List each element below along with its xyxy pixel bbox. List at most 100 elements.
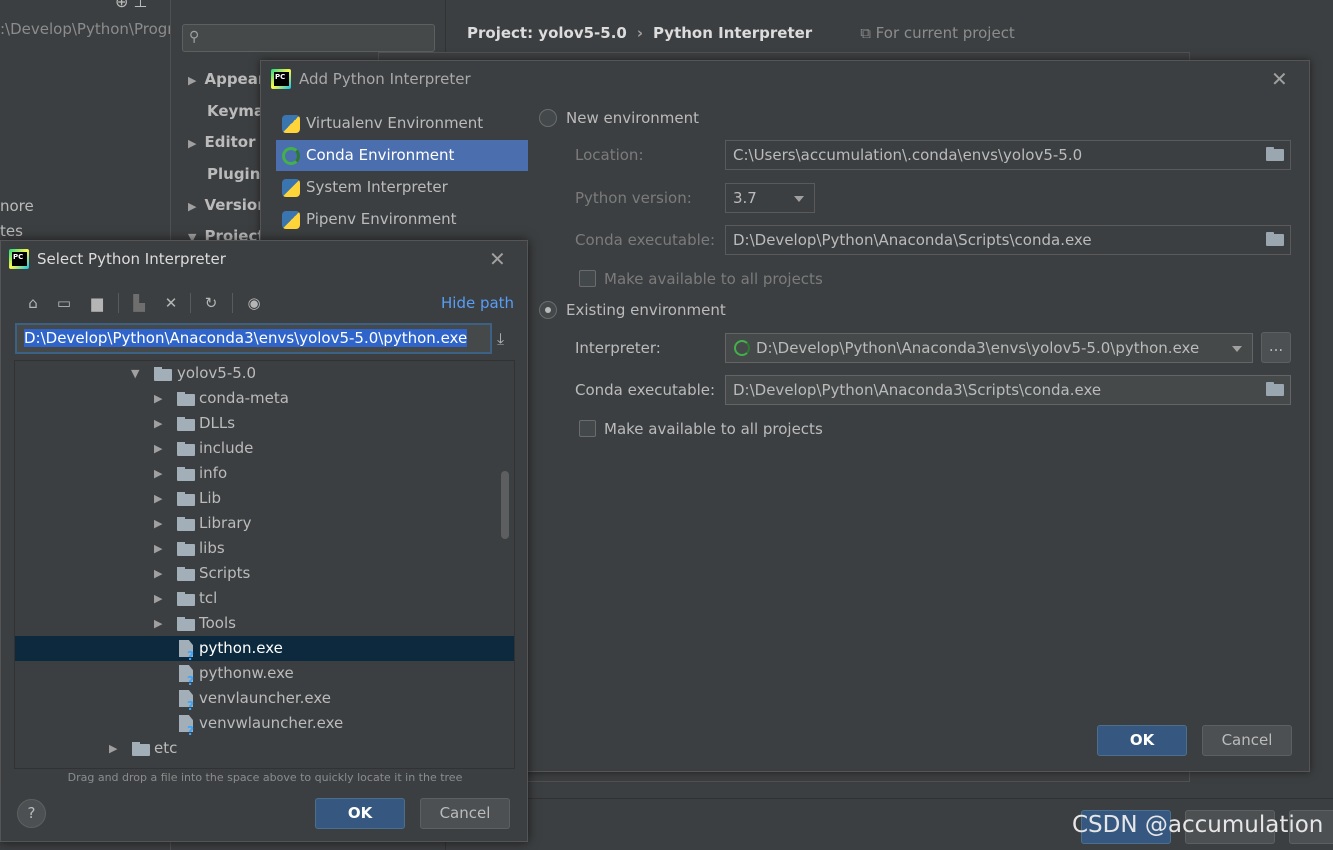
tree-row-folder[interactable]: ▶ libs	[15, 536, 514, 561]
python-icon	[282, 115, 300, 133]
existing-environment-label: Existing environment	[566, 301, 726, 319]
search-icon: ⚲	[189, 29, 200, 45]
pipenv-icon	[282, 211, 300, 229]
chevron-down-icon[interactable]: ▼	[131, 361, 141, 386]
cancel-button[interactable]: Cancel	[1202, 725, 1292, 756]
chevron-right-icon[interactable]: ▶	[154, 411, 164, 436]
help-button[interactable]: ?	[17, 799, 46, 828]
tree-row-file[interactable]: ? venvwlauncher.exe	[15, 711, 514, 738]
interpreter-label: Interpreter:	[575, 339, 661, 357]
location-field[interactable]: C:\Users\accumulation\.conda\envs\yolov5…	[725, 140, 1291, 170]
ok-button[interactable]: OK	[1097, 725, 1187, 756]
settings-search-input[interactable]: ⚲	[182, 24, 435, 52]
chevron-right-icon[interactable]: ▶	[154, 461, 164, 486]
select-python-interpreter-dialog: Select Python Interpreter ✕ ⌂ ▭ ▆ ▙ ✕ ↻ …	[0, 240, 528, 842]
folder-icon	[177, 567, 195, 581]
folder-icon	[177, 517, 195, 531]
tree-row-folder[interactable]: ▶ Lib	[15, 486, 514, 511]
close-icon[interactable]: ✕	[489, 249, 506, 269]
browse-interpreter-button[interactable]: ...	[1261, 332, 1291, 363]
tree-item-editor[interactable]: ▶ Editor	[188, 133, 255, 151]
ok-button[interactable]: OK	[315, 798, 405, 829]
env-system-interpreter[interactable]: System Interpreter	[276, 172, 528, 203]
hide-path-link[interactable]: Hide path	[441, 294, 514, 312]
tree-item-appearance[interactable]: ▶ Appear	[188, 70, 265, 88]
dialog-title: Select Python Interpreter	[37, 250, 226, 268]
folder-icon	[177, 392, 195, 406]
chevron-right-icon[interactable]: ▶	[154, 486, 164, 511]
folder-icon	[132, 742, 150, 756]
scrollbar-thumb[interactable]	[501, 471, 509, 539]
chevron-right-icon[interactable]: ▶	[154, 511, 164, 536]
python-version-select[interactable]: 3.7	[725, 183, 815, 213]
tree-row-folder[interactable]: ▶ Library	[15, 511, 514, 536]
tree-row-folder[interactable]: ▶ conda-meta	[15, 386, 514, 411]
chevron-right-icon[interactable]: ▶	[154, 436, 164, 461]
tree-item-keymap[interactable]: Keyma	[207, 102, 264, 120]
tree-item-version-control[interactable]: ▶ Version	[188, 196, 268, 214]
env-pipenv[interactable]: Pipenv Environment	[276, 204, 528, 235]
new-environment-radio[interactable]	[539, 109, 557, 127]
existing-environment-radio[interactable]	[539, 301, 557, 319]
pycharm-logo-icon	[271, 69, 291, 89]
tree-row-folder[interactable]: ▶ tcl	[15, 586, 514, 611]
path-input[interactable]: D:\Develop\Python\Anaconda3\envs\yolov5-…	[15, 323, 492, 354]
folder-icon	[177, 417, 195, 431]
tree-row-folder[interactable]: ▶ include	[15, 436, 514, 461]
make-available-checkbox-new[interactable]	[579, 270, 596, 287]
chevron-right-icon[interactable]: ▶	[109, 736, 119, 761]
chevron-right-icon[interactable]: ▶	[154, 536, 164, 561]
chevron-right-icon[interactable]: ▶	[154, 386, 164, 411]
chevron-right-icon[interactable]: ▶	[154, 561, 164, 586]
tree-row-root[interactable]: ▼ yolov5-5.0	[15, 361, 514, 386]
tree-row-file[interactable]: ? venvlauncher.exe	[15, 686, 514, 713]
make-available-label-new: Make available to all projects	[604, 270, 823, 288]
home-icon[interactable]: ⌂	[23, 293, 43, 313]
conda-executable-label-new: Conda executable:	[575, 231, 716, 249]
chevron-right-icon[interactable]: ▶	[154, 586, 164, 611]
refresh-icon[interactable]: ↻	[201, 293, 221, 313]
tree-row-folder[interactable]: ▶ Tools	[15, 611, 514, 636]
toolbar-separator	[118, 293, 119, 313]
drag-drop-hint: Drag and drop a file into the space abov…	[67, 771, 463, 784]
folder-icon	[177, 592, 195, 606]
tree-row-folder[interactable]: ▶ Scripts	[15, 561, 514, 586]
python-icon	[282, 179, 300, 197]
show-hidden-icon[interactable]: ◉	[244, 293, 264, 313]
folder-icon[interactable]	[1266, 232, 1284, 246]
folder-icon	[177, 467, 195, 481]
folder-icon	[177, 542, 195, 556]
download-icon[interactable]: ⤓	[497, 329, 504, 349]
tree-row-file[interactable]: ? pythonw.exe	[15, 661, 514, 688]
csdn-watermark: CSDN @accumulation	[1072, 812, 1324, 838]
desktop-icon[interactable]: ▭	[54, 293, 74, 313]
make-available-checkbox[interactable]	[579, 420, 596, 437]
location-label: Location:	[575, 146, 644, 164]
bg-text-tes: tes	[0, 222, 23, 240]
env-conda[interactable]: Conda Environment	[276, 140, 528, 171]
env-virtualenv[interactable]: Virtualenv Environment	[276, 108, 528, 139]
close-icon[interactable]: ✕	[1271, 69, 1288, 89]
new-folder-icon[interactable]: ▙	[129, 293, 149, 313]
delete-icon[interactable]: ✕	[161, 293, 181, 313]
folder-icon	[177, 492, 195, 506]
toolbar-separator	[232, 293, 233, 313]
tree-row-folder[interactable]: ▶ etc	[15, 736, 514, 761]
tree-row-file-selected[interactable]: ? python.exe	[15, 636, 514, 663]
file-tree[interactable]: ▼ yolov5-5.0 ▶ conda-meta ▶ DLLs ▶ include …	[14, 360, 515, 769]
chevron-right-icon[interactable]: ▶	[154, 611, 164, 636]
toolbar-separator	[190, 293, 191, 313]
interpreter-select[interactable]: D:\Develop\Python\Anaconda3\envs\yolov5-…	[725, 333, 1253, 363]
cancel-button[interactable]: Cancel	[420, 798, 510, 829]
tree-row-folder[interactable]: ▶ DLLs	[15, 411, 514, 436]
conda-executable-field-new[interactable]: D:\Develop\Python\Anaconda\Scripts\conda…	[725, 225, 1291, 255]
new-environment-label: New environment	[566, 109, 700, 127]
tree-row-folder[interactable]: ▶ info	[15, 461, 514, 486]
project-folder-icon[interactable]: ▆	[87, 293, 107, 313]
folder-icon[interactable]	[1266, 382, 1284, 396]
conda-executable-field[interactable]: D:\Develop\Python\Anaconda3\Scripts\cond…	[725, 375, 1291, 405]
copy-icon: ⧉	[860, 24, 876, 42]
dialog-header: Add Python Interpreter ✕	[261, 61, 1309, 97]
project-path: :\Develop\Python\Progr	[0, 20, 174, 38]
folder-icon[interactable]	[1266, 147, 1284, 161]
